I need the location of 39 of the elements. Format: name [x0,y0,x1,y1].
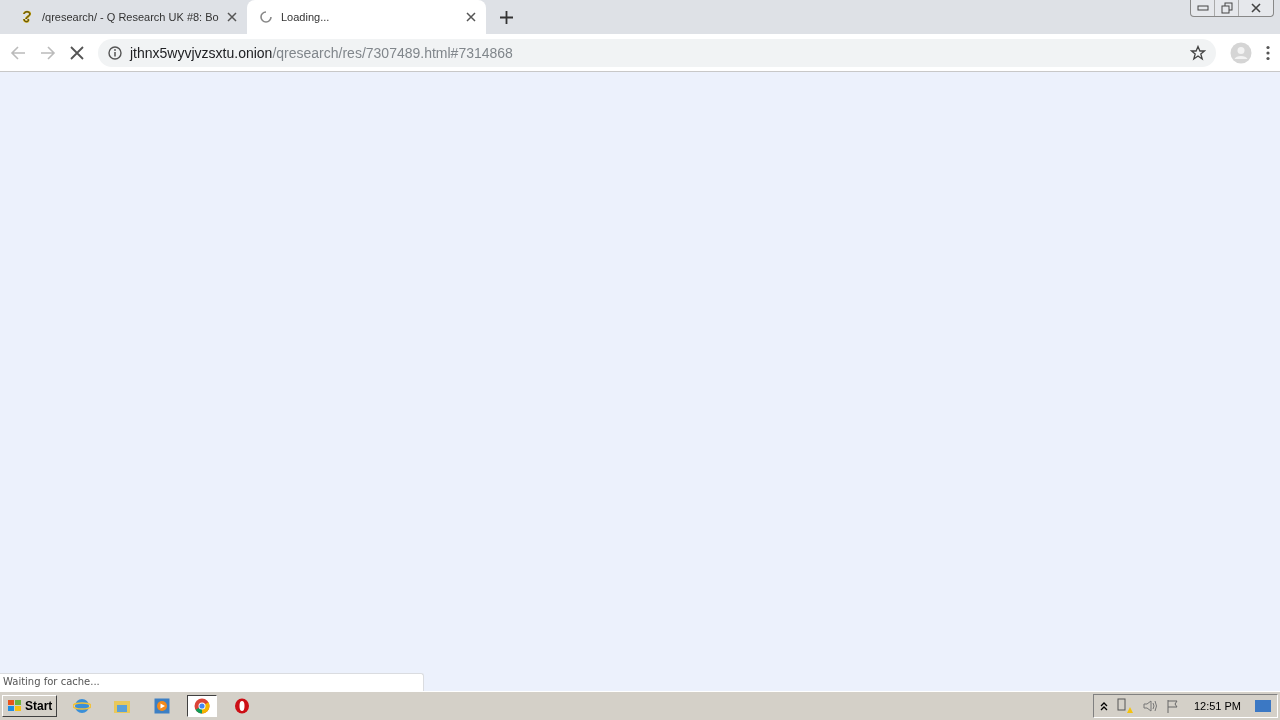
chevron-up-icon [1099,701,1108,711]
opera-icon [234,698,251,714]
media-player-icon [154,698,171,714]
minimize-icon [1196,5,1209,11]
tab-title: Loading... [281,11,331,23]
windows-flag-icon [7,699,23,713]
url-text: jthnx5wyvjvzsxtu.onion/qresearch/res/7307489.html#7314868 [130,44,514,61]
network-warning-icon [1115,698,1134,714]
avatar-icon [1230,41,1252,64]
tab-close-button[interactable] [227,12,237,22]
close-icon [1250,3,1262,13]
chrome-icon [194,698,211,714]
tab-close-button[interactable] [466,12,476,22]
flag-icon [1165,699,1180,713]
info-icon [108,45,122,60]
show-desktop-icon [1255,699,1271,713]
browser-tab[interactable]: /qresearch/ - Q Research UK #8: Bo [8,0,247,34]
close-icon [227,12,237,22]
browser-tab[interactable]: Loading... [247,0,486,34]
menu-button[interactable] [1266,44,1270,61]
close-icon [466,12,476,22]
right-arrow-icon [40,44,56,61]
taskbar-icon[interactable] [187,695,218,717]
globe-icon [73,697,92,715]
star-icon [1190,44,1206,61]
plus-icon [500,10,513,24]
folder-icon [113,698,132,714]
address-bar[interactable]: jthnx5wyvjvzsxtu.onion/qresearch/res/7307489.html#7314868 [98,38,1216,67]
menu-icon [1266,44,1270,61]
left-arrow-icon [10,44,26,61]
status-bubble: Waiting for cache... [0,673,424,691]
speaker-icon [1141,699,1158,713]
tab-title: /qresearch/ - Q Research UK #8: Bo [42,11,219,23]
start-button[interactable]: Start [2,695,58,717]
new-tab-button[interactable] [500,10,513,24]
close-icon [70,45,84,60]
loading-spinner-icon [259,10,273,24]
stop-button[interactable] [70,45,84,60]
clock: 12:51 PM [1193,700,1241,712]
